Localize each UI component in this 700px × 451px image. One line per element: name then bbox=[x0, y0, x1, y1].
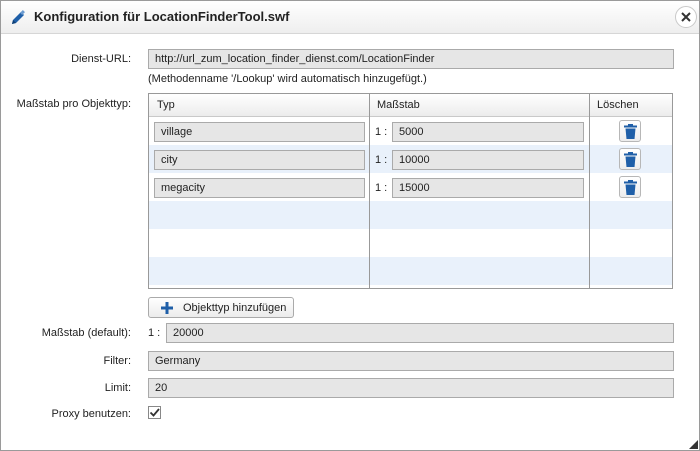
config-dialog: Konfiguration für LocationFinderTool.swf… bbox=[0, 0, 700, 451]
close-icon bbox=[681, 12, 691, 22]
table-header: Typ Maßstab Löschen bbox=[149, 94, 672, 117]
column-divider bbox=[589, 94, 590, 288]
resize-grip-icon[interactable] bbox=[689, 440, 698, 449]
scale-prefix: 1 : bbox=[375, 126, 388, 138]
default-scale-field[interactable]: 20000 bbox=[166, 323, 674, 343]
column-header-delete[interactable]: Löschen bbox=[597, 99, 639, 111]
add-object-type-label: Objekttyp hinzufügen bbox=[183, 302, 287, 314]
delete-row-button[interactable] bbox=[619, 148, 641, 170]
filter-field[interactable]: Germany bbox=[148, 351, 674, 371]
column-header-scale[interactable]: Maßstab bbox=[377, 99, 420, 111]
column-divider bbox=[369, 94, 370, 288]
proxy-label: Proxy benutzen: bbox=[51, 408, 132, 420]
empty-row bbox=[149, 201, 672, 229]
scale-prefix: 1 : bbox=[375, 154, 388, 166]
limit-label: Limit: bbox=[104, 382, 131, 394]
empty-row bbox=[149, 257, 672, 285]
service-url-hint: (Methodenname '/Lookup' wird automatisch… bbox=[148, 73, 427, 85]
scale-table-label: Maßstab pro Objekttyp: bbox=[16, 98, 131, 110]
delete-row-button[interactable] bbox=[619, 120, 641, 142]
scale-prefix: 1 : bbox=[375, 182, 388, 194]
trash-icon bbox=[624, 152, 637, 167]
proxy-checkbox[interactable] bbox=[148, 406, 161, 419]
trash-icon bbox=[624, 124, 637, 139]
scale-input[interactable]: 10000 bbox=[392, 150, 584, 170]
pencil-icon bbox=[12, 10, 25, 24]
type-input[interactable]: city bbox=[154, 150, 365, 170]
service-url-field[interactable]: http://url_zum_location_finder_dienst.co… bbox=[148, 49, 674, 69]
trash-icon bbox=[624, 180, 637, 195]
dialog-titlebar[interactable]: Konfiguration für LocationFinderTool.swf bbox=[1, 1, 699, 34]
scale-input[interactable]: 15000 bbox=[392, 178, 584, 198]
scale-input[interactable]: 5000 bbox=[392, 122, 584, 142]
filter-label: Filter: bbox=[103, 355, 132, 367]
check-icon bbox=[149, 408, 160, 417]
default-scale-prefix: 1 : bbox=[148, 327, 161, 339]
limit-field[interactable]: 20 bbox=[148, 378, 674, 398]
scale-table: Typ Maßstab Löschen village 1 : 5000 cit… bbox=[148, 93, 673, 289]
dialog-title: Konfiguration für LocationFinderTool.swf bbox=[34, 9, 290, 24]
delete-row-button[interactable] bbox=[619, 176, 641, 198]
default-scale-label: Maßstab (default): bbox=[41, 327, 131, 339]
service-url-label: Dienst-URL: bbox=[71, 53, 131, 65]
type-input[interactable]: megacity bbox=[154, 178, 365, 198]
type-input[interactable]: village bbox=[154, 122, 365, 142]
column-header-type[interactable]: Typ bbox=[157, 99, 175, 111]
close-button[interactable] bbox=[675, 6, 697, 28]
add-object-type-button[interactable]: Objekttyp hinzufügen bbox=[148, 297, 294, 318]
plus-icon bbox=[161, 302, 173, 314]
empty-row bbox=[149, 229, 672, 257]
